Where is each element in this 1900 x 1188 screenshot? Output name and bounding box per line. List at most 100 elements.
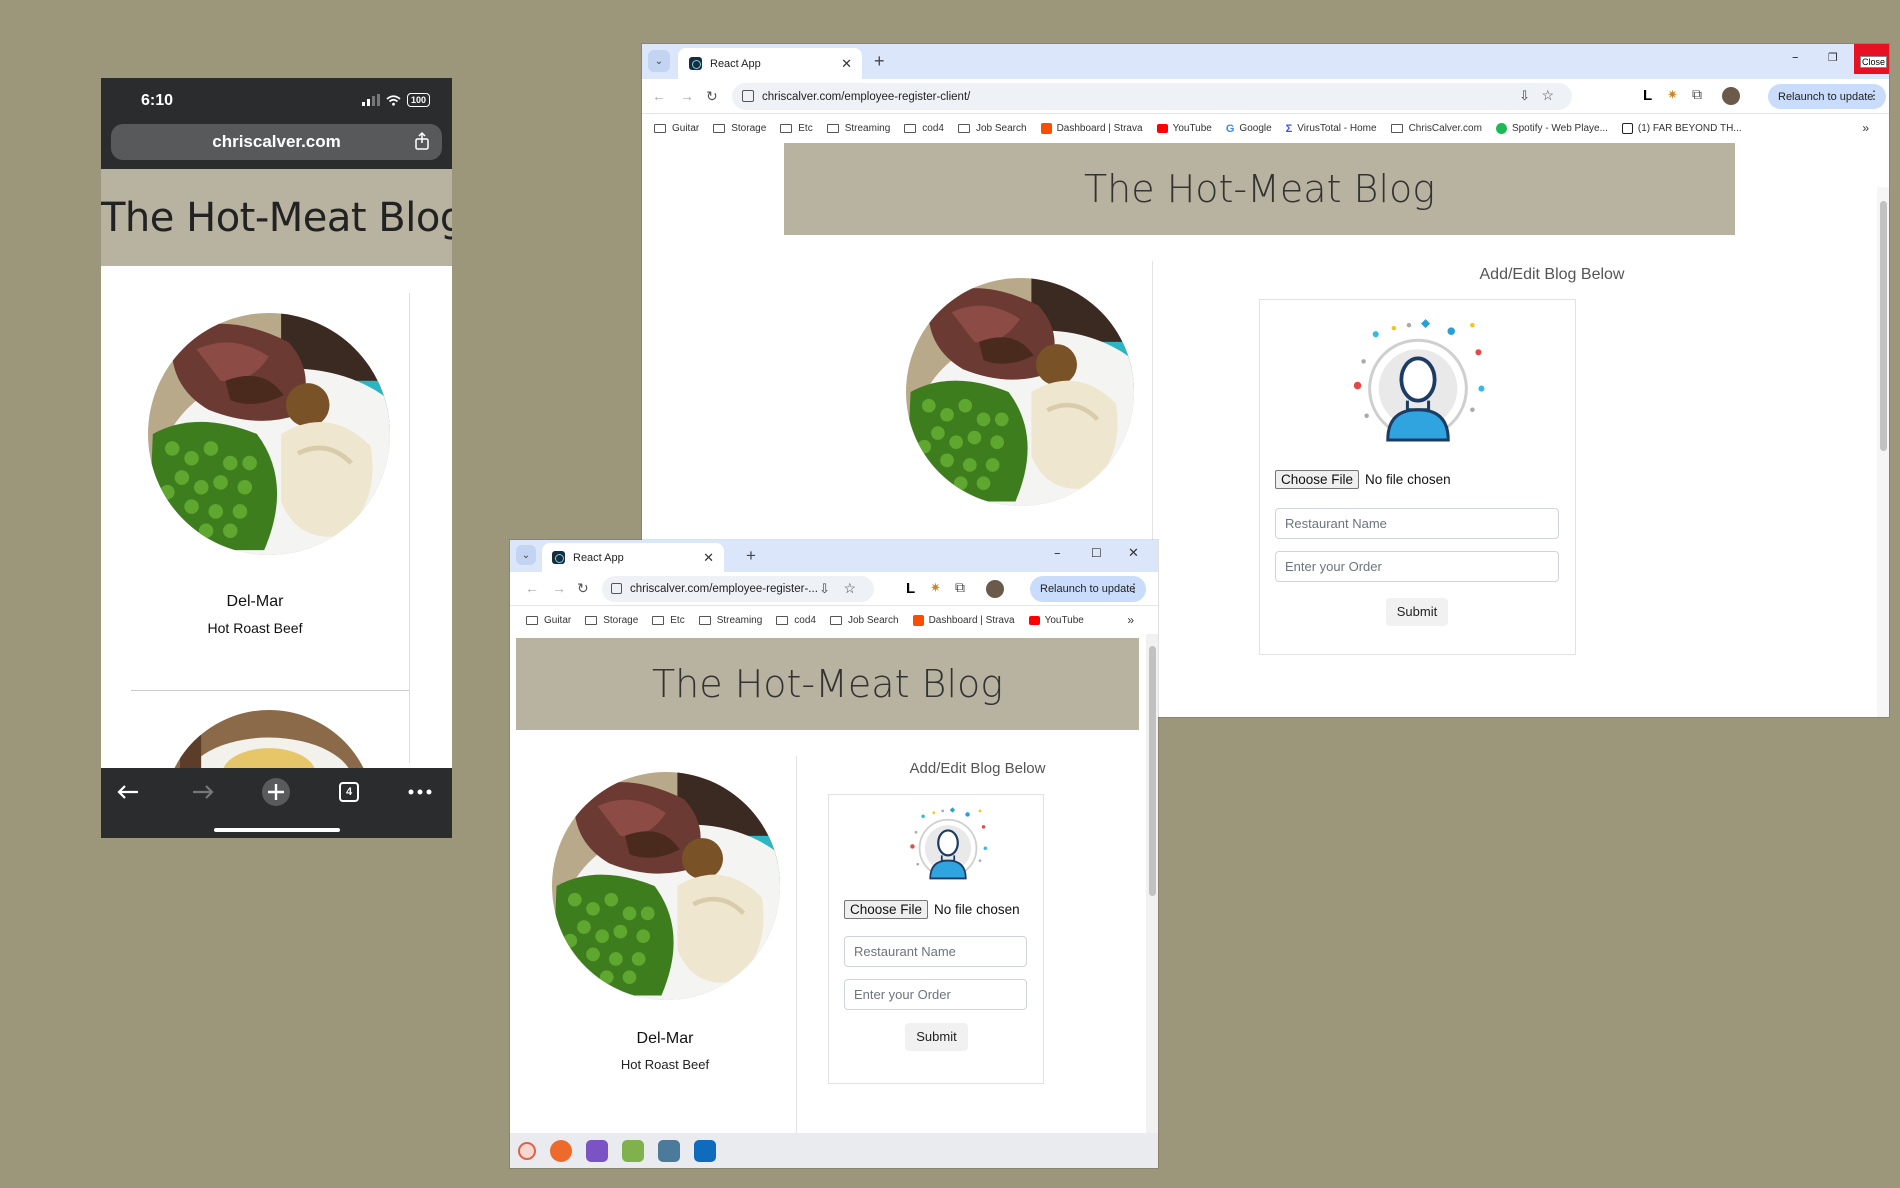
tab-react-app[interactable]: React App ✕ [678, 48, 862, 79]
back-icon[interactable]: ← [525, 580, 539, 596]
close-tab-icon[interactable]: ✕ [703, 550, 714, 566]
outlook-icon[interactable] [694, 1139, 716, 1162]
bookmark-spotify[interactable]: Spotify - Web Playe... [1495, 123, 1608, 134]
restaurant-name-input[interactable]: Restaurant Name [1275, 508, 1559, 539]
bookmark-chriscalver[interactable]: ChrisCalver.com [1390, 123, 1482, 134]
new-tab-icon[interactable]: + [874, 51, 885, 72]
bookmarks-bar: Guitar Storage Etc Streaming cod4 Job Se… [642, 114, 1889, 143]
bookmark-guitar[interactable]: Guitar [654, 123, 699, 134]
database-app-icon[interactable] [658, 1139, 680, 1162]
extensions-puzzle-icon[interactable]: ⧉ [955, 579, 965, 596]
bookmark-cod4[interactable]: cod4 [904, 123, 944, 134]
bookmark-cod4[interactable]: cod4 [776, 615, 816, 626]
more-icon[interactable] [404, 776, 436, 808]
address-bar[interactable]: chriscalver.com/employee-register-client… [732, 83, 1572, 110]
visual-studio-icon[interactable] [586, 1139, 608, 1162]
forward-icon[interactable]: → [680, 88, 694, 104]
new-tab-icon[interactable]: + [746, 546, 756, 566]
forward-icon[interactable] [187, 776, 219, 808]
extension-l-icon[interactable]: L [1643, 87, 1652, 104]
bookmark-job-search[interactable]: Job Search [829, 615, 899, 626]
file-input[interactable]: Choose File No file chosen [1275, 470, 1451, 489]
close-tab-icon[interactable]: ✕ [841, 56, 852, 72]
food-image [906, 278, 1134, 506]
bookmark-far-beyond[interactable]: (1) FAR BEYOND TH... [1621, 123, 1742, 134]
bookmark-strava[interactable]: Dashboard | Strava [1040, 123, 1143, 134]
close-window-button[interactable]: Close [1854, 44, 1889, 74]
extensions-puzzle-icon[interactable]: ⧉ [1692, 86, 1702, 103]
extension-bug-icon[interactable]: ✷ [1667, 87, 1678, 103]
site-info-icon[interactable] [611, 583, 622, 594]
bookmark-streaming[interactable]: Streaming [826, 123, 890, 134]
order-input[interactable]: Enter your Order [844, 979, 1027, 1010]
forward-icon[interactable]: → [552, 580, 566, 596]
bookmark-youtube[interactable]: YouTube [1028, 615, 1084, 626]
bookmark-google[interactable]: G Google [1226, 123, 1272, 135]
bookmark-storage[interactable]: Storage [585, 615, 638, 626]
choose-file-button[interactable]: Choose File [1275, 470, 1360, 489]
bookmark-label: Storage [603, 614, 639, 626]
restaurant-name-input[interactable]: Restaurant Name [844, 936, 1027, 967]
bookmark-job-search[interactable]: Job Search [957, 123, 1027, 134]
reload-icon[interactable]: ↻ [577, 580, 589, 597]
bookmark-label: (1) FAR BEYOND TH... [1637, 123, 1742, 134]
bookmark-etc[interactable]: Etc [652, 615, 685, 626]
order-input[interactable]: Enter your Order [1275, 551, 1559, 582]
tools-app-icon[interactable] [622, 1139, 644, 1162]
tab-search-icon[interactable]: ⌄ [648, 50, 670, 72]
tab-react-app[interactable]: React App ✕ [542, 543, 724, 572]
profile-avatar[interactable] [1722, 87, 1740, 105]
choose-file-button[interactable]: Choose File [844, 900, 929, 919]
new-tab-icon[interactable] [260, 776, 292, 808]
youtube-icon [1156, 124, 1168, 133]
file-input[interactable]: Choose File No file chosen [844, 900, 1020, 919]
bookmarks-overflow-icon[interactable]: » [1862, 121, 1869, 135]
back-icon[interactable] [112, 776, 144, 808]
install-app-icon[interactable]: ⇩ [819, 581, 830, 597]
relaunch-button[interactable]: Relaunch to update ⋮ [1030, 576, 1146, 602]
scrollbar[interactable] [1877, 187, 1889, 717]
compass-app-icon[interactable] [550, 1139, 572, 1162]
scrollbar[interactable] [1146, 634, 1158, 1133]
menu-kebab-icon: ⋮ [1128, 581, 1140, 595]
tab-search-icon[interactable]: ⌄ [516, 545, 536, 565]
phone-address-bar[interactable]: chriscalver.com [111, 124, 442, 160]
site-info-icon[interactable] [742, 90, 754, 102]
bookmark-etc[interactable]: Etc [780, 123, 813, 134]
scrollbar-thumb[interactable] [1880, 201, 1887, 451]
address-bar[interactable]: chriscalver.com/employee-register-... ⇩ … [602, 576, 874, 602]
back-icon[interactable]: ← [652, 88, 666, 104]
tabs-icon[interactable]: 4 [333, 776, 365, 808]
restore-icon[interactable]: ❐ [1828, 51, 1838, 64]
phone-blog-body: Del-Mar Hot Roast Beef [101, 266, 452, 838]
extension-l-icon[interactable]: L [906, 580, 915, 597]
reload-icon[interactable]: ↻ [706, 88, 718, 105]
relaunch-button[interactable]: Relaunch to update ⋮ [1768, 84, 1886, 109]
close-window-icon[interactable]: ✕ [1128, 546, 1139, 561]
extension-bug-icon[interactable]: ✷ [930, 580, 941, 596]
url-text: chriscalver.com/employee-register-... [630, 583, 818, 595]
bookmark-streaming[interactable]: Streaming [698, 615, 762, 626]
phone-url-text: chriscalver.com [212, 132, 341, 151]
maximize-icon[interactable]: ☐ [1091, 546, 1102, 560]
minimize-icon[interactable]: – [1054, 546, 1061, 561]
share-icon[interactable] [414, 132, 430, 150]
bookmark-storage[interactable]: Storage [713, 123, 766, 134]
install-app-icon[interactable]: ⇩ [1519, 88, 1530, 104]
bookmark-star-icon[interactable]: ☆ [1541, 87, 1554, 104]
submit-button[interactable]: Submit [905, 1023, 968, 1051]
scrollbar-thumb[interactable] [1149, 646, 1156, 896]
snipping-tool-icon[interactable] [518, 1141, 536, 1160]
menu-kebab-icon: ⋮ [1868, 88, 1880, 102]
bookmark-strava[interactable]: Dashboard | Strava [912, 614, 1015, 626]
profile-avatar[interactable] [986, 580, 1004, 598]
minimize-icon[interactable]: – [1792, 50, 1799, 65]
submit-button[interactable]: Submit [1386, 598, 1448, 626]
bookmarks-overflow-icon[interactable]: » [1127, 613, 1134, 627]
bookmark-virustotal[interactable]: Σ VirusTotal - Home [1286, 123, 1377, 135]
bookmark-star-icon[interactable]: ☆ [843, 580, 856, 597]
bookmark-guitar[interactable]: Guitar [526, 615, 571, 626]
bookmark-youtube[interactable]: YouTube [1156, 123, 1212, 134]
food-image [552, 772, 780, 1000]
tab-title: React App [710, 57, 761, 70]
